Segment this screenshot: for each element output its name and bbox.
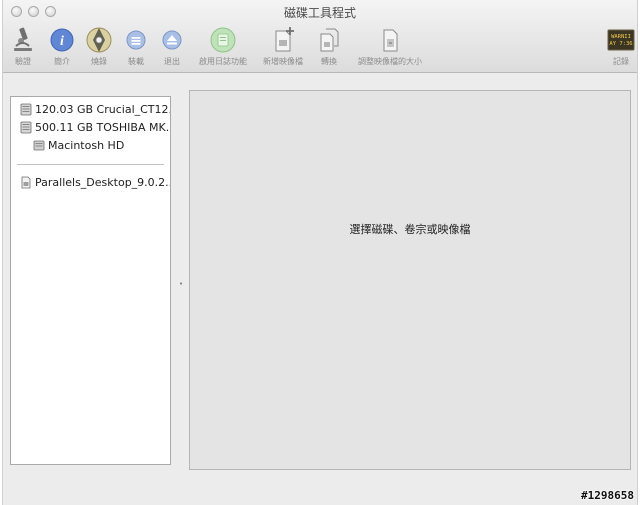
device-label: Macintosh HD bbox=[48, 138, 125, 152]
mount-button[interactable]: 裝載 bbox=[116, 26, 156, 67]
info-label: 簡介 bbox=[54, 57, 70, 66]
burn-label: 燒錄 bbox=[91, 57, 107, 66]
log-icon-text-2: AY 7:36 bbox=[609, 41, 632, 47]
convert-icon bbox=[315, 26, 343, 54]
convert-label: 轉換 bbox=[321, 57, 337, 66]
hard-disk-icon bbox=[20, 121, 32, 133]
volume-icon bbox=[33, 140, 45, 150]
select-disk-prompt: 選擇磁碟、卷宗或映像檔 bbox=[349, 223, 471, 236]
disk-utility-window: 磁碟工具程式 驗證 i 簡介 燒錄 裝載 退出 啟用日誌功能 新增映像檔 轉換 … bbox=[2, 0, 638, 505]
watermark: #1298658 bbox=[581, 489, 634, 502]
burn-disc-icon bbox=[85, 26, 113, 54]
new-image-icon bbox=[269, 26, 297, 54]
resize-image-label: 調整映像檔的大小 bbox=[358, 57, 422, 66]
svg-text:i: i bbox=[60, 34, 64, 49]
verify-button[interactable]: 驗證 bbox=[3, 26, 43, 67]
burn-button[interactable]: 燒錄 bbox=[79, 26, 119, 67]
device-label: 500.11 GB TOSHIBA MK... bbox=[35, 120, 170, 134]
journal-icon bbox=[209, 26, 237, 54]
hard-disk-icon bbox=[20, 103, 32, 115]
mount-icon bbox=[122, 26, 150, 54]
detail-pane: 選擇磁碟、卷宗或映像檔 bbox=[189, 90, 631, 470]
enable-journaling-label: 啟用日誌功能 bbox=[199, 57, 247, 66]
info-icon: i bbox=[48, 26, 76, 54]
new-image-label: 新增映像檔 bbox=[263, 57, 303, 66]
resize-image-icon bbox=[376, 26, 404, 54]
log-label: 記錄 bbox=[613, 57, 629, 66]
mount-label: 裝載 bbox=[128, 57, 144, 66]
device-label: Parallels_Desktop_9.0.2... bbox=[35, 175, 170, 189]
sidebar-item-parallels-image[interactable]: Parallels_Desktop_9.0.2... bbox=[11, 173, 170, 191]
device-label: 120.03 GB Crucial_CT12... bbox=[35, 102, 170, 116]
verify-label: 驗證 bbox=[15, 57, 31, 66]
disk-image-icon bbox=[21, 176, 31, 188]
microscope-icon bbox=[9, 26, 37, 54]
split-view-handle[interactable]: • bbox=[179, 280, 183, 288]
sidebar-item-crucial-ssd[interactable]: 120.03 GB Crucial_CT12... bbox=[11, 100, 170, 118]
eject-button[interactable]: 退出 bbox=[152, 26, 192, 67]
log-icon-text-1: WARNII bbox=[611, 34, 631, 40]
eject-label: 退出 bbox=[164, 57, 180, 66]
sidebar-separator bbox=[17, 164, 164, 165]
resize-image-button[interactable]: 調整映像檔的大小 bbox=[358, 26, 422, 67]
sidebar-item-macintosh-hd[interactable]: Macintosh HD bbox=[11, 136, 170, 154]
titlebar: 磁碟工具程式 驗證 i 簡介 燒錄 裝載 退出 啟用日誌功能 新增映像檔 轉換 … bbox=[3, 0, 637, 73]
window-title: 磁碟工具程式 bbox=[283, 6, 356, 20]
eject-icon bbox=[158, 26, 186, 54]
log-button[interactable]: WARNII AY 7:36 記錄 bbox=[601, 26, 640, 67]
log-icon: WARNII AY 7:36 bbox=[607, 26, 635, 54]
convert-button[interactable]: 轉換 bbox=[309, 26, 349, 67]
info-button[interactable]: i 簡介 bbox=[42, 26, 82, 67]
sidebar-item-toshiba-disk[interactable]: 500.11 GB TOSHIBA MK... bbox=[11, 118, 170, 136]
enable-journaling-button[interactable]: 啟用日誌功能 bbox=[199, 26, 247, 67]
toolbar: 驗證 i 簡介 燒錄 裝載 退出 啟用日誌功能 新增映像檔 轉換 調整映像檔的大… bbox=[3, 26, 637, 70]
new-image-button[interactable]: 新增映像檔 bbox=[263, 26, 303, 67]
device-sidebar[interactable]: 120.03 GB Crucial_CT12... 500.11 GB TOSH… bbox=[10, 96, 171, 465]
